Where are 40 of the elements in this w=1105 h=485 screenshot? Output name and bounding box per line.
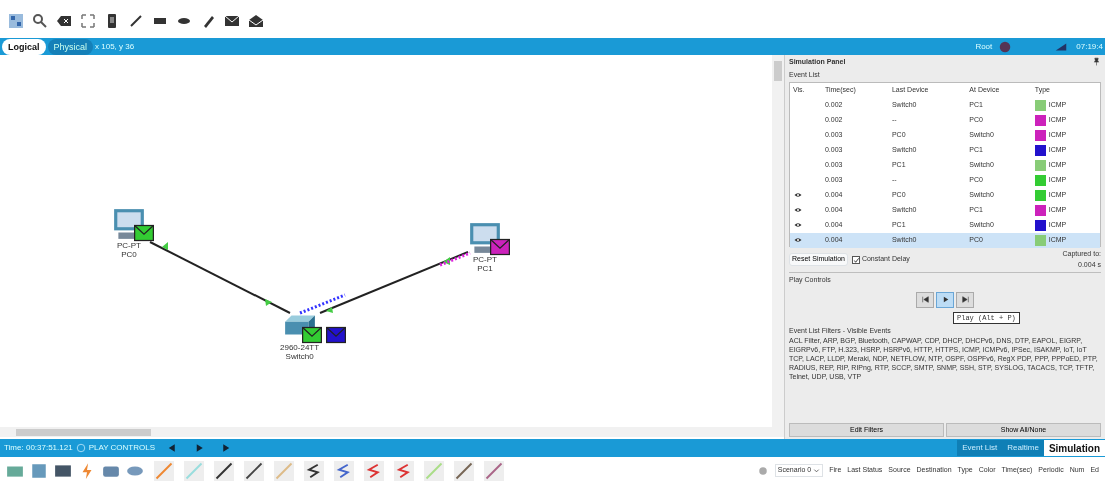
device-model: PC-PT [116, 241, 142, 250]
mode-tab[interactable]: Realtime [1002, 440, 1044, 456]
cable-icon[interactable] [244, 460, 264, 481]
envelope-icon[interactable] [224, 13, 240, 29]
mode-tab[interactable]: Simulation [1043, 440, 1105, 456]
device-model: 2960-24TT [280, 343, 320, 352]
dotted-link [439, 251, 471, 267]
play-controls-label: PLAY CONTROLS [87, 442, 157, 454]
horizontal-scrollbar[interactable] [0, 427, 784, 437]
cable-icon[interactable] [304, 460, 324, 481]
dotted-link [299, 293, 346, 315]
view-tab[interactable]: Physical [47, 38, 94, 55]
forward-icon [960, 295, 970, 304]
device-name: Switch0 [284, 352, 315, 361]
delete-icon[interactable] [56, 13, 72, 29]
device-model: PC-PT [472, 255, 498, 264]
select-icon[interactable] [8, 13, 24, 29]
clock-label: 07:19:4 [1076, 40, 1104, 53]
line-icon[interactable] [128, 13, 144, 29]
cable-icon[interactable] [214, 460, 234, 481]
view-tab[interactable]: Logical [2, 38, 46, 55]
device-name: PC1 [476, 264, 494, 273]
coordinates-label: x 105, y 36 [95, 40, 135, 53]
checkbox[interactable] [851, 255, 860, 264]
pin-icon[interactable] [1092, 57, 1101, 66]
resize-icon[interactable] [80, 13, 96, 29]
play-button[interactable] [936, 291, 954, 308]
caret-icon [813, 467, 821, 474]
back-icon [920, 295, 930, 304]
cable-icon[interactable] [454, 460, 474, 481]
vertical-scrollbar[interactable] [772, 55, 784, 427]
back-button[interactable] [916, 291, 934, 308]
root-label: Root [975, 40, 993, 53]
mode-tab[interactable]: Event List [957, 440, 1003, 456]
checkmark-icon [852, 256, 860, 264]
time-label: Time: 00:37:51.121 [3, 442, 74, 454]
device-name: PC0 [120, 250, 138, 259]
forward-button[interactable] [956, 291, 974, 308]
open-envelope-icon[interactable] [248, 13, 264, 29]
search-icon[interactable] [32, 13, 48, 29]
